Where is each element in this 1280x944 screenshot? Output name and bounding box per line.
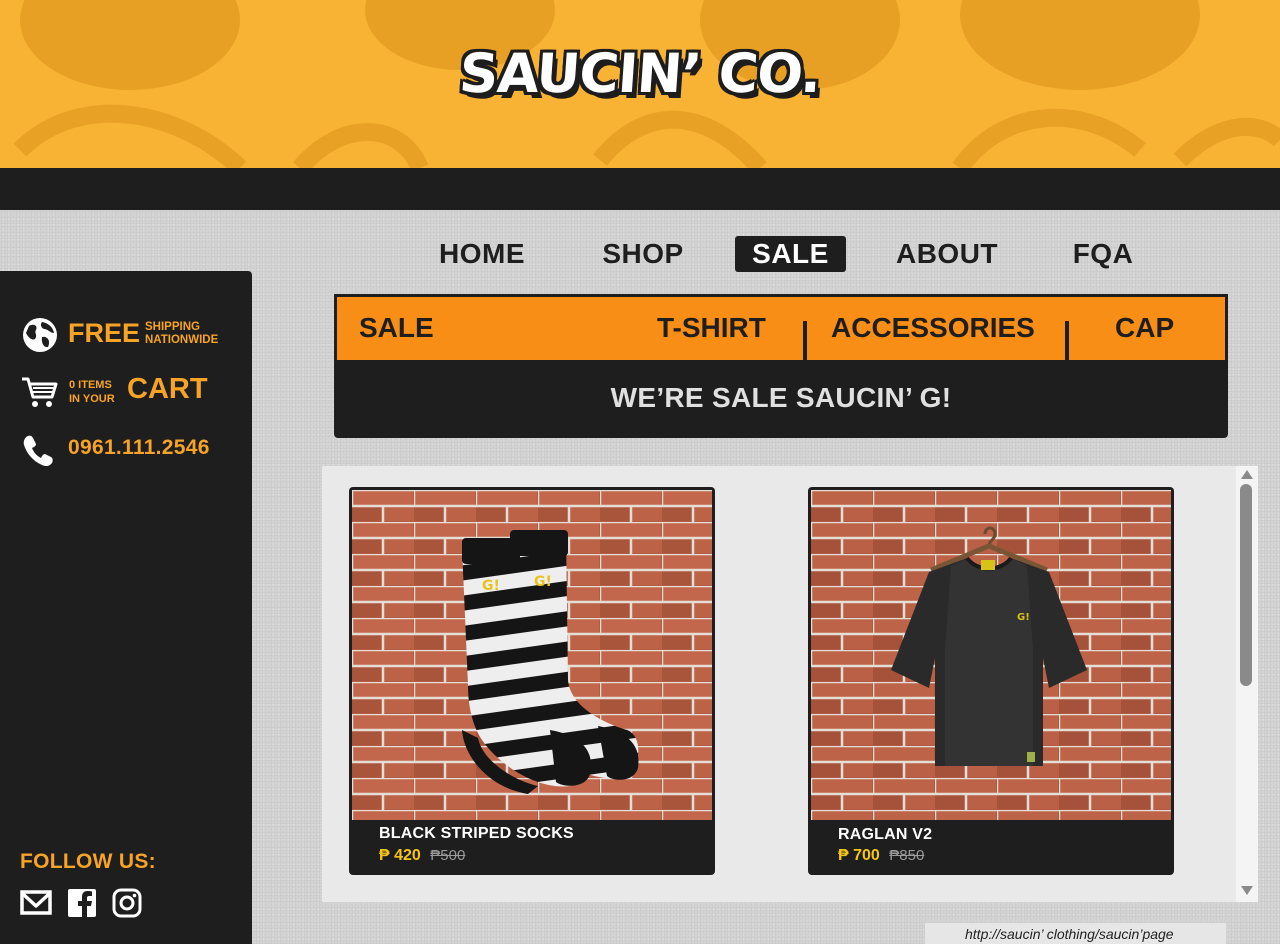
sale-banner: WE’RE SALE SAUCIN’ G! bbox=[334, 360, 1228, 438]
main-nav: HOME SHOP SALE ABOUT FQA bbox=[0, 236, 1280, 272]
scrollbar[interactable] bbox=[1236, 466, 1258, 902]
nationwide-label: NATIONWIDE bbox=[145, 334, 219, 346]
facebook-icon[interactable] bbox=[67, 888, 97, 918]
instagram-icon[interactable] bbox=[112, 888, 142, 918]
category-divider bbox=[803, 321, 807, 362]
scroll-thumb[interactable] bbox=[1240, 484, 1252, 686]
scroll-up-arrow-icon[interactable] bbox=[1241, 470, 1253, 479]
status-url: http://saucin’ clothing/saucin’page bbox=[924, 922, 1226, 944]
phone-icon bbox=[23, 435, 53, 467]
svg-text:G!: G! bbox=[1017, 612, 1030, 623]
shipping-label: SHIPPING bbox=[145, 321, 200, 333]
phone-contact: 0961.111.2546 bbox=[20, 433, 240, 467]
product-price: ₱ 700 ₱850 bbox=[838, 847, 924, 865]
original-price: ₱500 bbox=[430, 847, 466, 864]
nav-home[interactable]: HOME bbox=[428, 236, 536, 272]
category-divider bbox=[1065, 321, 1069, 362]
cart-in-your: IN YOUR bbox=[69, 393, 115, 405]
sale-banner-text: WE’RE SALE SAUCIN’ G! bbox=[610, 382, 952, 413]
scroll-down-arrow-icon[interactable] bbox=[1241, 886, 1253, 895]
original-price: ₱850 bbox=[889, 847, 925, 864]
product-card[interactable]: G! RAGLAN V2 ₱ 700 ₱850 bbox=[808, 487, 1174, 875]
sale-price: ₱ 700 bbox=[838, 847, 880, 864]
nav-shop[interactable]: SHOP bbox=[592, 236, 694, 272]
nav-fqa[interactable]: FQA bbox=[1064, 236, 1142, 272]
cart-icon bbox=[22, 377, 58, 407]
sale-price: ₱ 420 bbox=[379, 847, 421, 864]
svg-text:G!: G! bbox=[534, 574, 552, 590]
logo[interactable]: SAUCIN’ CO. bbox=[0, 42, 1280, 105]
category-title: SALE bbox=[359, 312, 434, 343]
cart-link[interactable]: 0 ITEMS IN YOUR CART bbox=[20, 373, 240, 411]
nav-about[interactable]: ABOUT bbox=[886, 236, 1008, 272]
mail-icon[interactable] bbox=[20, 888, 52, 916]
sidebar: FREE SHIPPING NATIONWIDE 0 ITEMS IN YOUR… bbox=[0, 271, 252, 944]
category-tshirt[interactable]: T-SHIRT bbox=[657, 311, 766, 345]
product-name[interactable]: RAGLAN V2 bbox=[838, 824, 932, 846]
svg-text:G!: G! bbox=[482, 578, 500, 594]
product-price: ₱ 420 ₱500 bbox=[379, 847, 465, 865]
product-name[interactable]: BLACK STRIPED SOCKS bbox=[379, 823, 574, 845]
free-shipping: FREE SHIPPING NATIONWIDE bbox=[20, 317, 240, 353]
header-banner: SAUCIN’ CO. bbox=[0, 0, 1280, 168]
top-dark-bar bbox=[0, 168, 1280, 210]
phone-number: 0961.111.2546 bbox=[68, 436, 210, 459]
nav-sale[interactable]: SALE bbox=[735, 236, 846, 272]
follow-us-label: FOLLOW US: bbox=[20, 850, 156, 873]
cart-items-count: 0 ITEMS bbox=[69, 379, 112, 391]
product-card[interactable]: G! G! BLACK STRIPED SOCKS ₱ 420 ₱500 bbox=[349, 487, 715, 875]
cart-label: CART bbox=[127, 373, 208, 405]
category-accessories[interactable]: ACCESSORIES bbox=[831, 311, 1035, 345]
free-label: FREE bbox=[68, 318, 141, 348]
product-image-socks[interactable]: G! G! bbox=[352, 490, 712, 820]
globe-icon bbox=[23, 318, 57, 352]
category-cap[interactable]: CAP bbox=[1115, 311, 1174, 345]
category-bar: SALE T-SHIRT ACCESSORIES CAP bbox=[334, 294, 1228, 362]
product-image-raglan[interactable]: G! bbox=[811, 490, 1171, 820]
